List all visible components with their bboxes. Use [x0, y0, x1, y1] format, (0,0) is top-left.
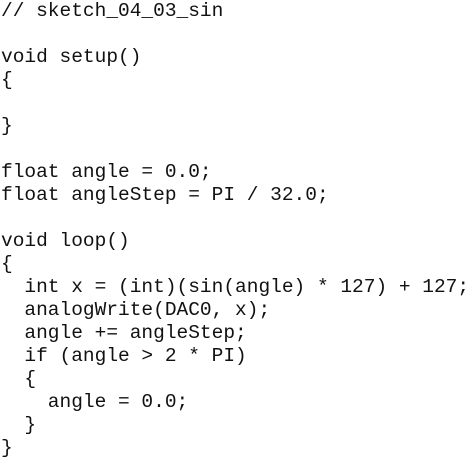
code-line-close-brace: } [1, 414, 37, 436]
code-line-open-brace: { [1, 69, 13, 91]
code-line-open-brace: { [1, 368, 37, 390]
code-line-angle-reset: angle = 0.0; [1, 391, 189, 413]
code-line-setup-signature: void setup() [1, 46, 142, 68]
code-line-open-brace: { [1, 253, 13, 275]
code-line-sin-computation: int x = (int)(sin(angle) * 127) + 127; [1, 276, 470, 298]
code-line-analog-write: analogWrite(DAC0, x); [1, 299, 271, 321]
code-line-close-brace: } [1, 115, 13, 137]
code-listing: // sketch_04_03_sin void setup(){} float a… [1, 0, 469, 460]
code-line-comment: // sketch_04_03_sin [1, 0, 224, 22]
code-line-if-condition: if (angle > 2 * PI) [1, 345, 247, 367]
code-line-loop-signature: void loop() [1, 230, 130, 252]
code-line-anglestep-declaration: float angleStep = PI / 32.0; [1, 184, 329, 206]
code-line-angle-declaration: float angle = 0.0; [1, 161, 212, 183]
code-line-close-brace: } [1, 437, 13, 459]
code-line-angle-increment: angle += angleStep; [1, 322, 247, 344]
